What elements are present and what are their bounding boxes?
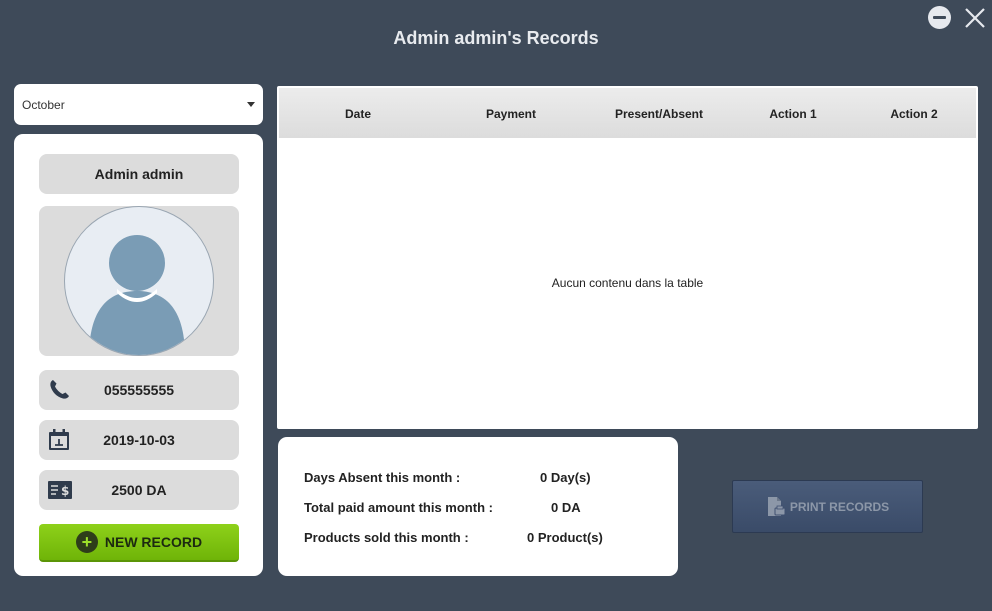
date-value: 2019-10-03 bbox=[103, 432, 175, 448]
print-document-icon bbox=[767, 496, 786, 516]
column-header-action-2[interactable]: Action 2 bbox=[854, 107, 974, 121]
new-record-label: NEW RECORD bbox=[104, 534, 203, 550]
total-paid-label: Total paid amount this month : bbox=[304, 500, 493, 515]
money-icon: $ bbox=[47, 478, 72, 502]
amount-field: $ 2500 DA bbox=[39, 470, 239, 510]
new-record-button[interactable]: + NEW RECORD bbox=[39, 524, 239, 562]
month-select[interactable]: October bbox=[14, 84, 263, 125]
products-sold-label: Products sold this month : bbox=[304, 530, 469, 545]
svg-text:$: $ bbox=[61, 484, 69, 498]
days-absent-label: Days Absent this month : bbox=[304, 470, 461, 485]
table-header: Date Payment Present/Absent Action 1 Act… bbox=[279, 88, 976, 138]
profile-panel: Admin admin 055555555 2019-10-03 $ 2500 … bbox=[14, 134, 263, 576]
avatar-frame bbox=[39, 206, 239, 356]
column-header-payment[interactable]: Payment bbox=[451, 107, 571, 121]
month-select-value: October bbox=[22, 97, 65, 112]
monthly-stats-panel: Days Absent this month : 0 Day(s) Total … bbox=[278, 437, 678, 576]
column-header-present-absent[interactable]: Present/Absent bbox=[599, 107, 719, 121]
amount-value: 2500 DA bbox=[111, 482, 167, 498]
products-sold-value: 0 Product(s) bbox=[527, 530, 603, 545]
date-field: 2019-10-03 bbox=[39, 420, 239, 460]
plus-icon: + bbox=[75, 531, 98, 553]
column-header-action-1[interactable]: Action 1 bbox=[733, 107, 853, 121]
window-title: Admin admin's Records bbox=[393, 28, 599, 48]
table-empty-message: Aucun contenu dans la table bbox=[551, 276, 704, 290]
records-table: Date Payment Present/Absent Action 1 Act… bbox=[277, 86, 978, 429]
print-records-label: PRINT RECORDS bbox=[789, 499, 890, 514]
profile-name: Admin admin bbox=[39, 154, 239, 194]
print-records-button[interactable]: PRINT RECORDS bbox=[732, 480, 923, 533]
days-absent-value: 0 Day(s) bbox=[540, 470, 591, 485]
close-icon[interactable] bbox=[963, 6, 987, 30]
calendar-icon bbox=[47, 428, 71, 452]
total-paid-value: 0 DA bbox=[551, 500, 581, 515]
phone-field: 055555555 bbox=[39, 370, 239, 410]
column-header-date[interactable]: Date bbox=[298, 107, 418, 121]
user-silhouette-icon bbox=[89, 235, 185, 355]
minimize-icon[interactable] bbox=[928, 6, 951, 29]
avatar bbox=[64, 206, 214, 356]
phone-icon bbox=[47, 378, 71, 402]
dropdown-caret-icon bbox=[247, 102, 255, 107]
phone-value: 055555555 bbox=[103, 382, 175, 398]
